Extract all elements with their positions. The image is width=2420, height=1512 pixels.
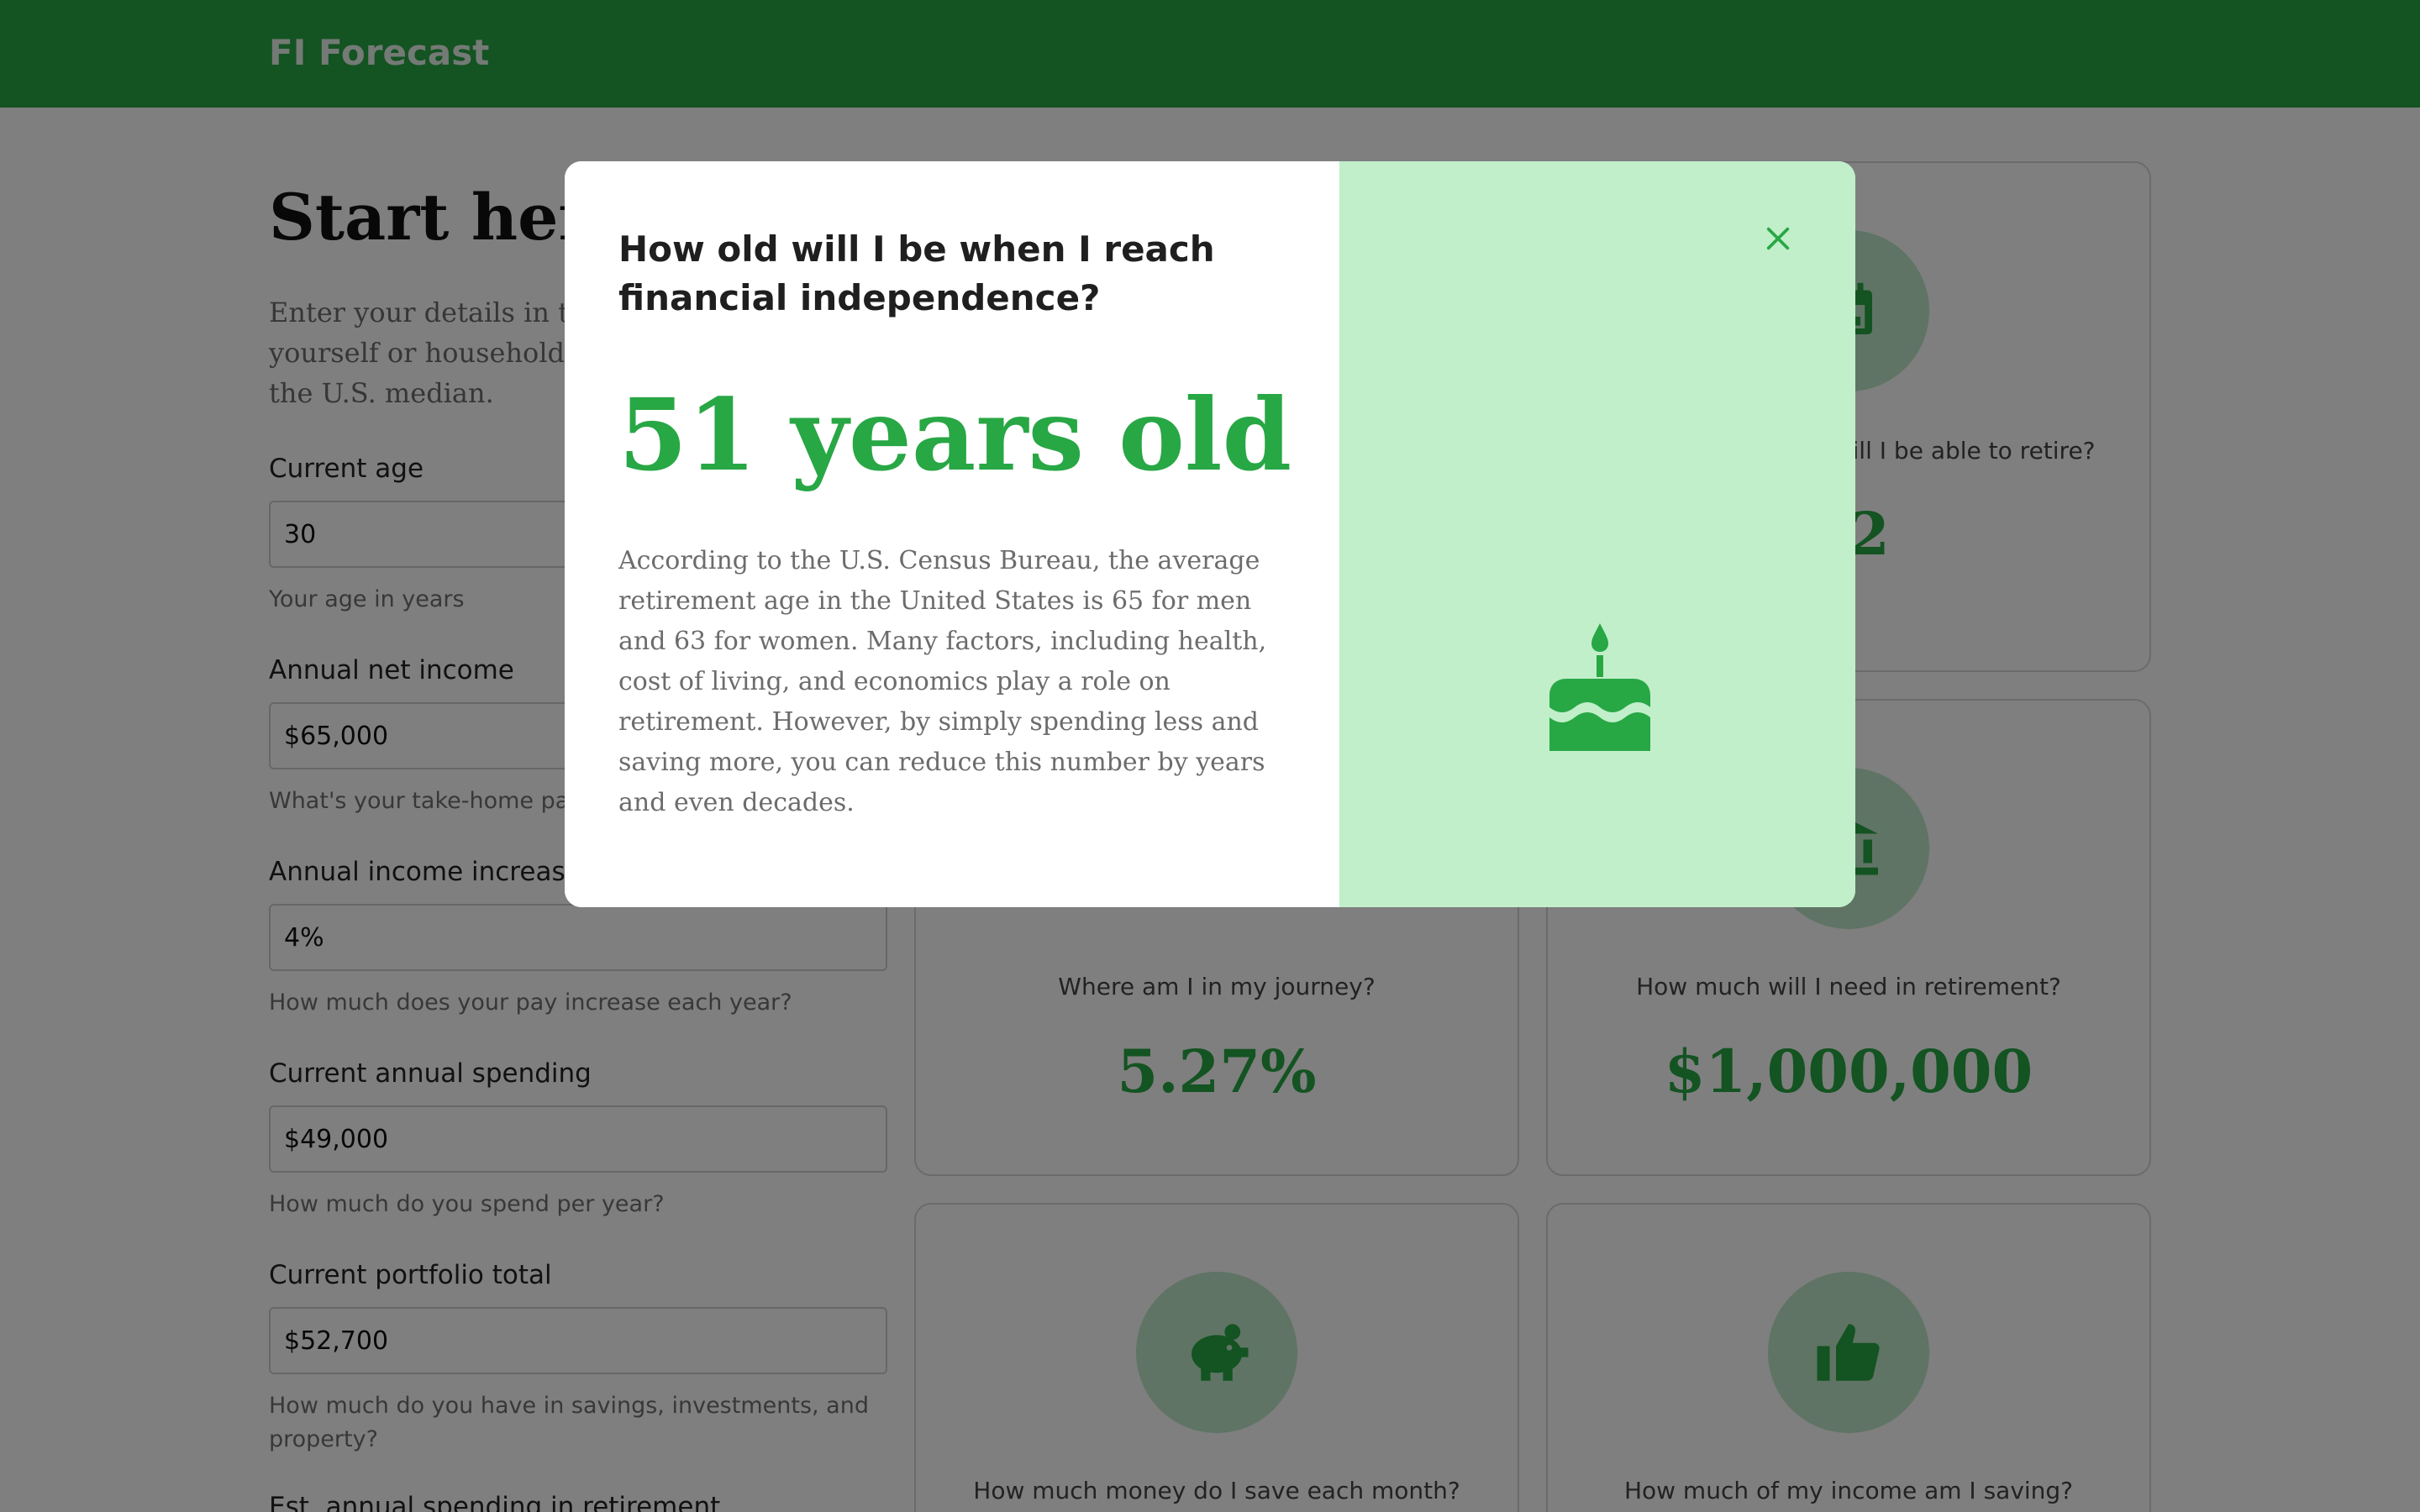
modal-question: How old will I be when I reach financial…: [618, 228, 1215, 318]
birthday-cake-icon: [1549, 623, 1650, 751]
fi-age-modal: How old will I be when I reach financial…: [565, 161, 1855, 907]
close-icon: [1766, 227, 1790, 250]
modal-content: How old will I be when I reach financial…: [565, 161, 1339, 907]
modal-answer: 51 years old: [618, 376, 1292, 493]
close-button[interactable]: [1758, 218, 1798, 259]
modal-illustration-panel: [1339, 161, 1855, 907]
modal-body-text: According to the U.S. Census Bureau, the…: [618, 546, 1267, 817]
